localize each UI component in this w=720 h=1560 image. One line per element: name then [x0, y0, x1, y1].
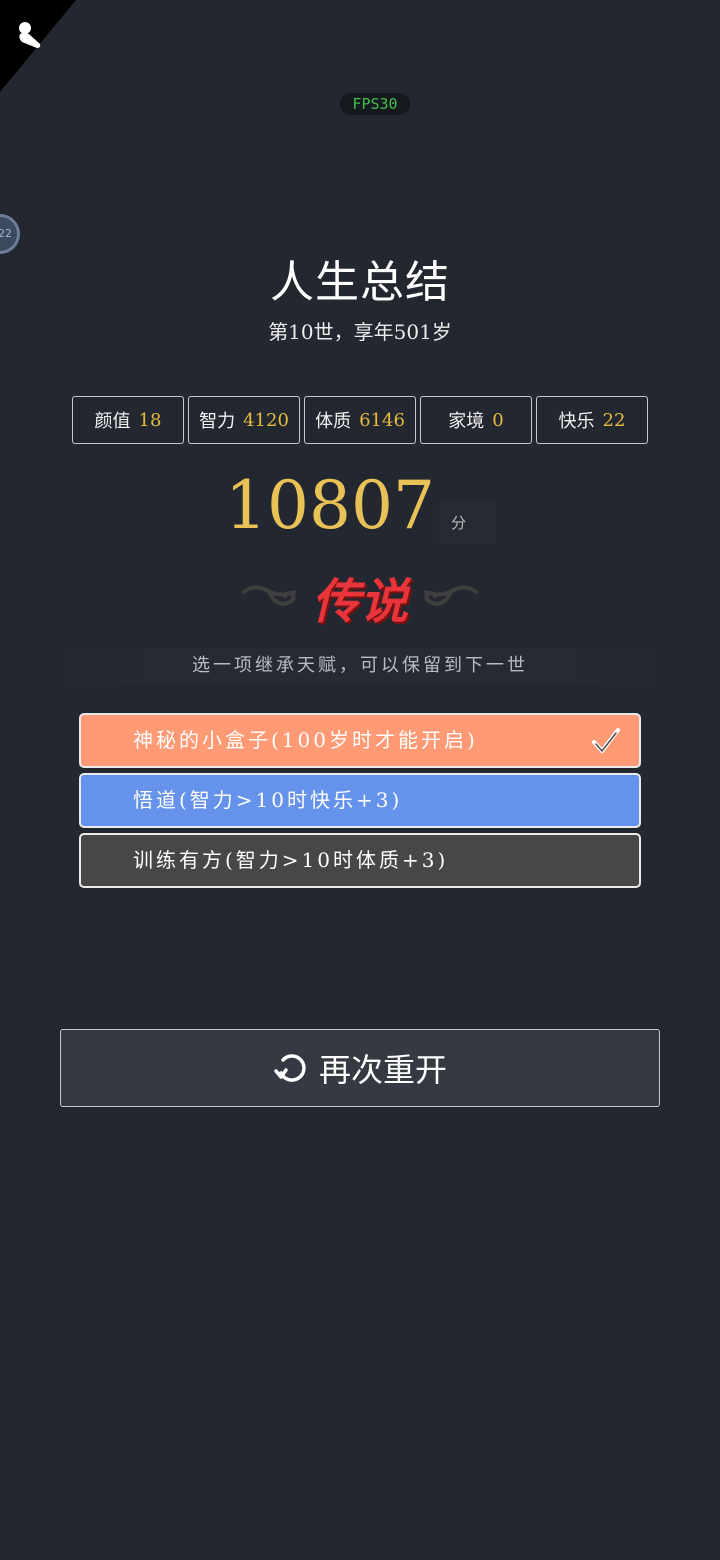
grade-label: 传说: [311, 574, 408, 630]
stat-appearance: 颜值 18: [72, 396, 184, 444]
restart-button[interactable]: 再次重开: [60, 1029, 660, 1107]
cloud-swirl-left-icon: [242, 585, 296, 606]
stat-value: 6146: [359, 409, 405, 431]
fps-counter: FPS30: [340, 93, 410, 115]
stat-label: 智力: [199, 411, 236, 432]
stat-value: 0: [492, 409, 504, 431]
talent-option-label: 神秘的小盒子(100岁时才能开启): [133, 728, 478, 752]
cloud-swirl-right-icon: [424, 585, 478, 606]
restart-label: 再次重开: [318, 1051, 447, 1089]
score-display: 10807 分: [0, 464, 720, 548]
talent-option-label: 训练有方(智力>10时体质+3): [133, 848, 449, 872]
talent-option-training[interactable]: 训练有方(智力>10时体质+3): [79, 833, 641, 888]
stat-label: 体质: [315, 411, 352, 432]
pawn-icon[interactable]: [14, 18, 48, 52]
stat-happiness: 快乐 22: [536, 396, 648, 444]
talent-option-enlightenment[interactable]: 悟道(智力>10时快乐+3): [79, 773, 641, 828]
talent-options: 神秘的小盒子(100岁时才能开启) 悟道(智力>10时快乐+3) 训练有方(智力…: [79, 713, 641, 893]
stat-label: 家境: [448, 411, 485, 432]
page-title: 人生总结: [270, 257, 450, 308]
score-unit: 分: [438, 502, 495, 544]
stat-constitution: 体质 6146: [304, 396, 416, 444]
score-value: 10807: [225, 467, 435, 544]
stats-row: 颜值 18 智力 4120 体质 6146 家境 0 快乐 22: [72, 396, 648, 444]
stat-family: 家境 0: [420, 396, 532, 444]
grade-banner: 传说: [240, 560, 480, 630]
stat-label: 颜值: [94, 411, 131, 432]
stat-intelligence: 智力 4120: [188, 396, 300, 444]
check-icon: [592, 728, 620, 753]
stat-value: 4120: [243, 409, 289, 431]
inherit-hint: 选一项继承天赋，可以保留到下一世: [48, 648, 672, 684]
talent-option-mystery-box[interactable]: 神秘的小盒子(100岁时才能开启): [79, 713, 641, 768]
refresh-icon: [274, 1054, 306, 1082]
stat-label: 快乐: [558, 411, 595, 432]
stat-value: 22: [602, 409, 626, 431]
life-subtitle: 第10世，享年501岁: [268, 320, 452, 344]
talent-option-label: 悟道(智力>10时快乐+3): [133, 788, 403, 812]
stat-value: 18: [138, 409, 162, 431]
